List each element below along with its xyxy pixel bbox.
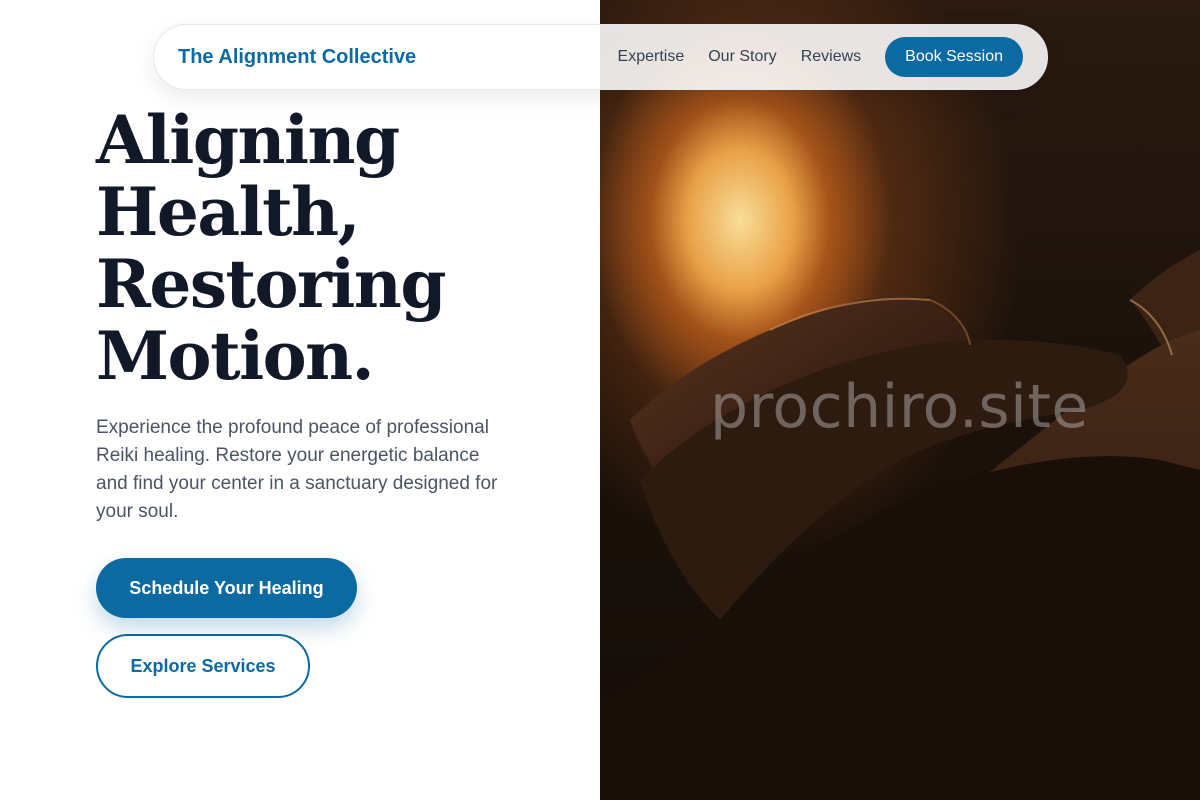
nav-link-our-story[interactable]: Our Story bbox=[708, 48, 776, 66]
book-session-button[interactable]: Book Session bbox=[885, 37, 1023, 77]
hero-photo: prochiro.site bbox=[600, 0, 1200, 800]
watermark-text: prochiro.site bbox=[710, 372, 1089, 442]
top-navbar: The Alignment Collective Expertise Our S… bbox=[153, 24, 1048, 90]
nav-links: Expertise Our Story Reviews Book Session bbox=[618, 37, 1023, 77]
headline-line-4: Motion. bbox=[96, 317, 375, 395]
schedule-healing-button[interactable]: Schedule Your Healing bbox=[96, 558, 357, 618]
nav-link-reviews[interactable]: Reviews bbox=[801, 48, 861, 66]
hero-description: Experience the profound peace of profess… bbox=[96, 417, 498, 522]
nav-link-expertise[interactable]: Expertise bbox=[618, 48, 685, 66]
headline-line-1: Aligning bbox=[96, 101, 400, 179]
headline-line-2: Health, bbox=[96, 173, 361, 251]
headline-line-3: Restoring bbox=[96, 245, 446, 323]
explore-services-button[interactable]: Explore Services bbox=[96, 634, 310, 698]
hero-headline: Aligning Health, Restoring Motion. bbox=[96, 104, 576, 392]
brand-logo-text[interactable]: The Alignment Collective bbox=[178, 46, 416, 69]
